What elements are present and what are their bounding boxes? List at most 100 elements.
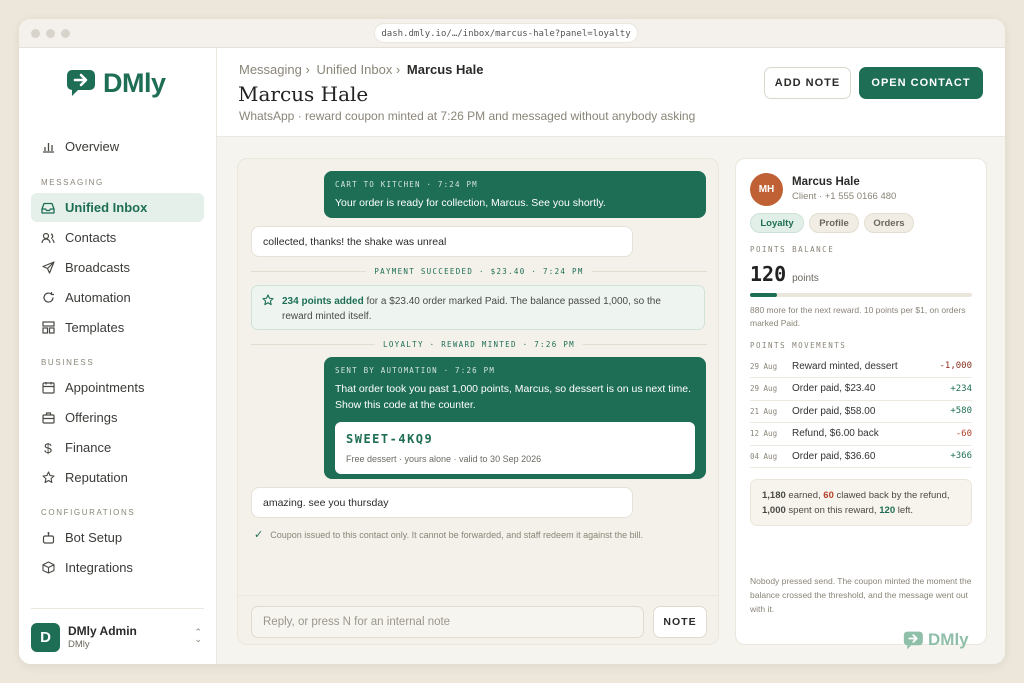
coupon-issued-note: ✓ Coupon issued to this contact only. It…: [254, 528, 643, 541]
nav-contacts[interactable]: Contacts: [31, 223, 204, 252]
progress-note: 880 more for the next reward. 10 points …: [750, 305, 966, 328]
movement-amount: -60: [955, 428, 972, 439]
tab-orders[interactable]: Orders: [864, 213, 914, 233]
breadcrumb-current: Marcus Hale: [406, 62, 484, 77]
nav-overview[interactable]: Overview: [31, 132, 204, 161]
points-balance: 120 points: [750, 262, 819, 286]
breadcrumb-messaging[interactable]: Messaging ›: [239, 62, 310, 77]
breadcrumb: Messaging › Unified Inbox › Marcus Hale: [239, 62, 483, 77]
movement-row: 12 Aug Refund, $6.00 back -60: [750, 423, 972, 446]
chevron-updown-icon[interactable]: ⌃ ⌄: [194, 628, 202, 644]
nav-templates[interactable]: Templates: [31, 313, 204, 342]
check-icon: ✓: [254, 529, 264, 541]
page-title: Marcus Hale: [238, 82, 369, 106]
chart-icon: [41, 140, 55, 154]
logo-chat-icon: [903, 631, 923, 649]
automation-footnote: Nobody pressed send. The coupon minted t…: [750, 576, 972, 614]
nav-label: Bot Setup: [65, 530, 123, 545]
points-movements-label: POINTS MOVEMENTS: [750, 341, 847, 350]
brand-logo[interactable]: DMly: [66, 68, 166, 98]
movement-label: Order paid, $36.60: [792, 450, 876, 462]
star-outline-icon: [262, 294, 274, 311]
window-close-dot[interactable]: [31, 29, 40, 38]
movement-date: 12 Aug: [750, 429, 778, 439]
coupon-note: Free dessert · yours alone · valid to 30…: [346, 454, 542, 464]
bot-icon: [41, 531, 55, 545]
add-note-button[interactable]: ADD NOTE: [764, 67, 851, 99]
nav-offerings[interactable]: Offerings: [31, 403, 204, 432]
nav-integrations[interactable]: Integrations: [31, 553, 204, 582]
points-progress-bar: [750, 293, 972, 297]
nav-label: Appointments: [65, 380, 145, 395]
movement-date: 29 Aug: [750, 384, 778, 394]
coupon-code[interactable]: SWEET-4KQ9: [346, 432, 684, 446]
summary-left: 120: [879, 505, 896, 516]
summary-earned: 1,180: [762, 490, 786, 501]
nav-reputation[interactable]: Reputation: [31, 463, 204, 492]
templates-icon: [41, 321, 55, 335]
event-divider: PAYMENT SUCCEEDED · $23.40 · 7:24 PM: [251, 265, 708, 277]
inbox-icon: [41, 201, 55, 215]
message-text: Your order is ready for collection, Marc…: [335, 197, 606, 209]
send-icon: [41, 261, 55, 275]
window-maximize-dot[interactable]: [61, 29, 70, 38]
cube-icon: [41, 561, 55, 575]
nav-appointments[interactable]: Appointments: [31, 373, 204, 402]
movement-amount: +366: [950, 451, 972, 462]
page-subtitle: WhatsApp · reward coupon minted at 7:26 …: [239, 109, 696, 123]
address-bar[interactable]: dash.dmly.io/…/inbox/marcus-hale?panel=l…: [374, 23, 638, 43]
calendar-icon: [41, 381, 55, 395]
nav-bot-setup[interactable]: Bot Setup: [31, 523, 204, 552]
contact-meta: Client · +1 555 0166 480: [792, 191, 897, 202]
main-content: Messaging › Unified Inbox › Marcus Hale …: [217, 48, 1005, 664]
section-configurations: CONFIGURATIONS: [41, 508, 136, 517]
note-button[interactable]: NOTE: [653, 606, 707, 638]
summary-text: clawed back by the refund,: [833, 490, 950, 501]
open-contact-button[interactable]: OPEN CONTACT: [859, 67, 983, 99]
movement-date: 21 Aug: [750, 406, 778, 416]
sidebar: DMly Overview MESSAGING Unified Inbox Co…: [19, 48, 217, 664]
nav-automation[interactable]: Automation: [31, 283, 204, 312]
contact-panel: MH Marcus Hale Client · +1 555 0166 480 …: [735, 158, 987, 649]
nav-finance[interactable]: $ Finance: [31, 433, 204, 462]
logo-chat-icon: [67, 70, 95, 96]
summary-spent: 1,000: [762, 505, 786, 516]
reply-input[interactable]: Reply, or press N for an internal note: [251, 606, 644, 638]
points-added-strong: 234 points added: [282, 296, 364, 307]
movement-date: 29 Aug: [750, 361, 778, 371]
composer: Reply, or press N for an internal note N…: [238, 595, 718, 644]
nav-label: Offerings: [65, 410, 118, 425]
user-name: DMly Admin: [68, 624, 137, 638]
movement-amount: +580: [950, 406, 972, 417]
section-business: BUSINESS: [41, 358, 95, 367]
nav-broadcasts[interactable]: Broadcasts: [31, 253, 204, 282]
nav-label: Finance: [65, 440, 112, 455]
points-balance-label: POINTS BALANCE: [750, 245, 835, 254]
message-meta: CART TO KITCHEN · 7:24 PM: [335, 180, 478, 189]
nav-label: Broadcasts: [65, 260, 131, 275]
user-menu[interactable]: D DMly Admin DMly ⌃ ⌄: [31, 608, 204, 664]
points-unit: points: [792, 273, 819, 284]
event-label: PAYMENT SUCCEEDED · $23.40 · 7:24 PM: [374, 266, 584, 276]
summary-text: left.: [895, 505, 914, 516]
contacts-icon: [41, 231, 55, 245]
summary-clawed: 60: [823, 490, 834, 501]
nav-label: Contacts: [65, 230, 117, 245]
points-progress-fill: [750, 293, 777, 297]
points-added-note: 234 points added for a $23.40 order mark…: [251, 285, 705, 330]
incoming-message: amazing. see you thursday: [251, 487, 633, 518]
refresh-icon: [41, 291, 55, 305]
movement-amount: -1,000: [939, 361, 972, 371]
movement-row: 29 Aug Reward minted, dessert -1,000: [750, 355, 972, 378]
contact-avatar: MH: [750, 173, 783, 206]
movement-amount: +234: [950, 383, 972, 394]
coupon-card: SWEET-4KQ9 Free dessert · yours alone · …: [335, 422, 695, 474]
dollar-icon: $: [44, 439, 52, 456]
breadcrumb-unified-inbox[interactable]: Unified Inbox ›: [316, 62, 400, 77]
nav-unified-inbox[interactable]: Unified Inbox: [31, 193, 204, 222]
window-minimize-dot[interactable]: [46, 29, 55, 38]
chat-thread: CART TO KITCHEN · 7:24 PM Your order is …: [237, 158, 719, 645]
issued-text: Coupon issued to this contact only. It c…: [270, 529, 644, 540]
tab-profile[interactable]: Profile: [809, 213, 859, 233]
tab-loyalty[interactable]: Loyalty: [750, 213, 804, 233]
